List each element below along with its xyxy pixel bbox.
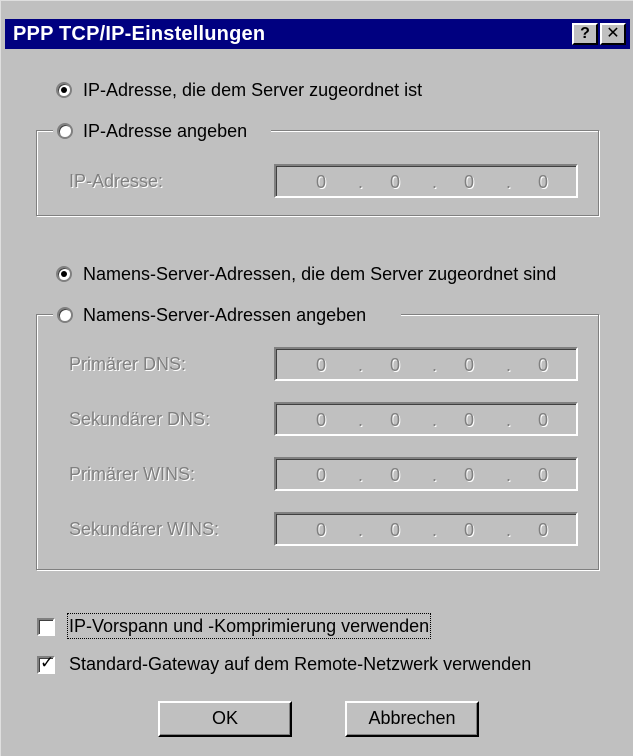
close-icon: ✕ [606,25,620,42]
dns-server-assigned-radio[interactable] [56,266,72,282]
ip-specify-label[interactable]: IP-Adresse angeben [83,120,247,142]
primary-wins-field: 0. 0. 0. 0 [274,457,578,491]
default-gateway-checkbox[interactable]: ✓ [37,653,55,674]
secondary-dns-label: Sekundärer DNS: [69,409,211,429]
ip-address-label: IP-Adresse: [69,171,164,191]
dns-server-assigned-label[interactable]: Namens-Server-Adressen, die dem Server z… [83,263,556,285]
primary-dns-label: Primärer DNS: [69,354,187,374]
ip-server-assigned-radio[interactable] [56,82,72,98]
primary-dns-field: 0. 0. 0. 0 [274,347,578,381]
default-gateway-label[interactable]: Standard-Gateway auf dem Remote-Netzwerk… [69,653,531,675]
secondary-dns-field: 0. 0. 0. 0 [274,402,578,436]
secondary-wins-field: 0. 0. 0. 0 [274,512,578,546]
ip-server-assigned-label[interactable]: IP-Adresse, die dem Server zugeordnet is… [83,79,422,101]
dns-specify-radio[interactable] [57,307,73,323]
ppp-tcpip-dialog: PPP TCP/IP-Einstellungen ? ✕ IP-Adresse,… [0,0,633,756]
help-button[interactable]: ? [572,23,598,45]
window-title: PPP TCP/IP-Einstellungen [13,23,266,45]
ip-specify-radio[interactable] [57,123,73,139]
title-bar: PPP TCP/IP-Einstellungen ? ✕ [5,19,630,49]
primary-wins-label: Primärer WINS: [69,464,195,484]
dns-specify-label[interactable]: Namens-Server-Adressen angeben [83,304,366,326]
ip-address-field: 0. 0. 0. 0 [274,164,578,198]
ok-button[interactable]: OK [158,701,292,737]
help-icon: ? [580,25,590,42]
secondary-wins-label: Sekundärer WINS: [69,519,220,539]
header-compression-checkbox[interactable]: ✓ [37,618,55,636]
close-button[interactable]: ✕ [600,23,626,45]
cancel-button[interactable]: Abbrechen [345,701,479,737]
header-compression-label[interactable]: IP-Vorspann und -Komprimierung verwenden [66,613,432,639]
